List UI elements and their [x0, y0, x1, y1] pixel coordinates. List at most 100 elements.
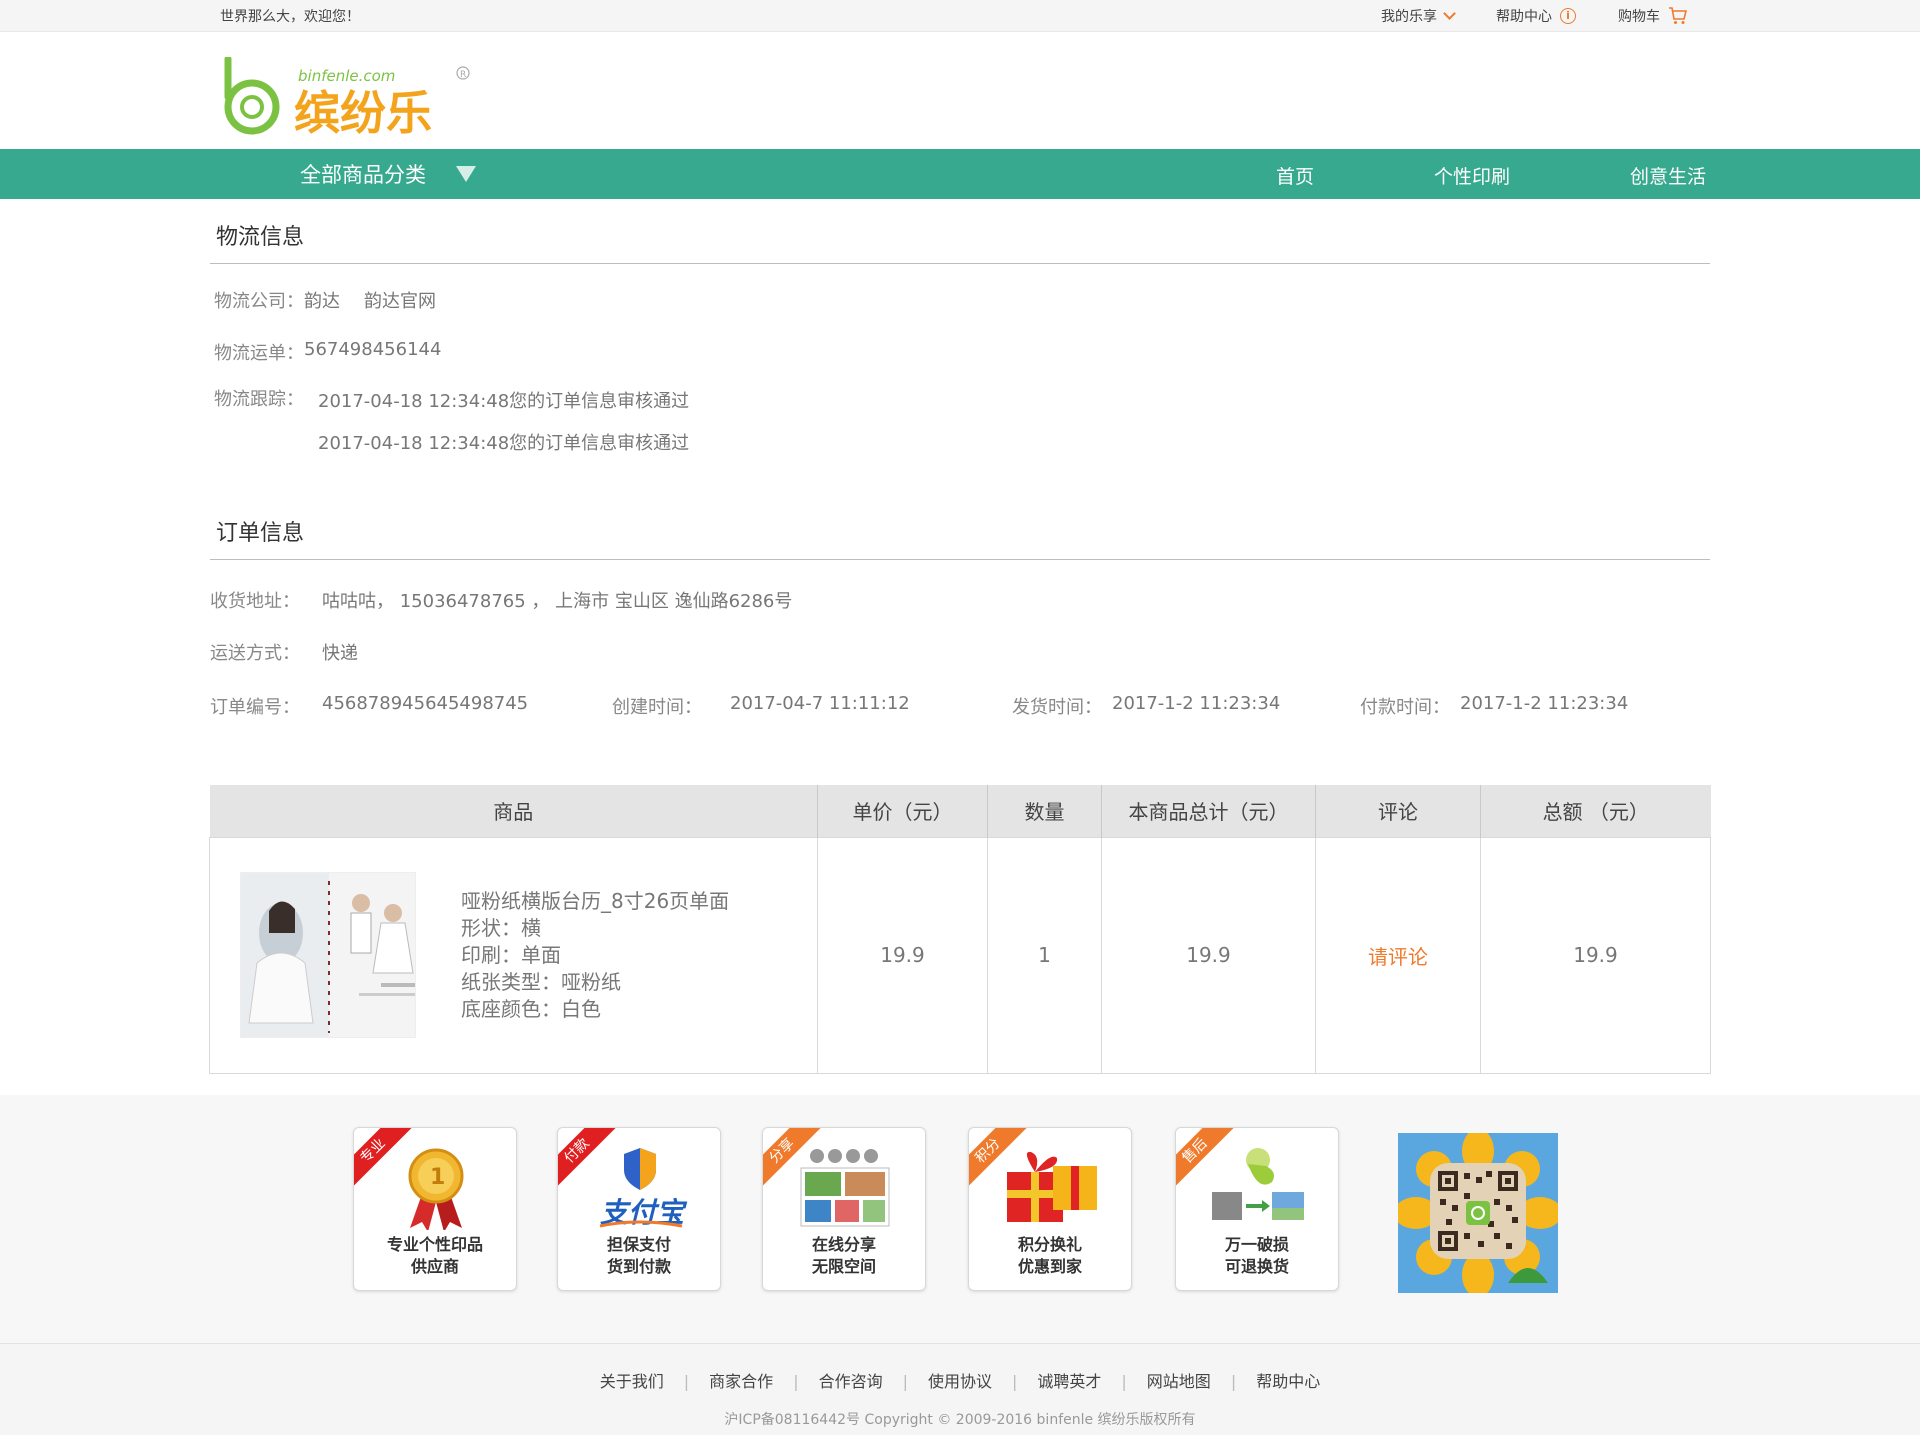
info-icon: i [1560, 8, 1576, 24]
created-label: 创建时间： [612, 697, 702, 718]
tracking-label: 物流跟踪： [214, 389, 304, 410]
shipping-value: 快递 [322, 643, 358, 664]
help-center-link[interactable]: 帮助中心 i [1496, 6, 1576, 26]
divider [210, 559, 1710, 560]
address-label: 收货地址： [210, 591, 300, 612]
logistics-title: 物流信息 [216, 225, 305, 250]
badge-line2: 优惠到家 [1017, 1257, 1082, 1276]
product-name[interactable]: 哑粉纸横版台历_8寸26页单面 [461, 888, 729, 915]
logo-bar: binfenle.com 缤纷乐 R [0, 32, 1920, 149]
footer-link-about[interactable]: 关于我们 [580, 1372, 684, 1391]
col-header-qty: 数量 [987, 785, 1102, 837]
unit-price-cell: 19.9 [817, 836, 988, 1074]
cart-icon [1669, 7, 1688, 24]
comment-cell: 请评论 [1315, 836, 1481, 1074]
badge-line1: 积分换礼 [1017, 1235, 1082, 1254]
footer-link-careers[interactable]: 诚聘英才 [1017, 1372, 1121, 1391]
badge-professional: 专业 1 专业个性印品 供应商 [353, 1127, 517, 1291]
shipped-value: 2017-1-2 11:23:34 [1112, 693, 1281, 714]
tracking-entry: 2017-04-18 12:34:48您的订单信息审核通过 [318, 391, 690, 412]
nav-link-custom-print[interactable]: 个性印刷 [1434, 162, 1510, 189]
footer: 关于我们 | 商家合作 | 合作咨询 | 使用协议 | 诚聘英才 | 网站地图 | 帮助中心 沪ICP备… [0, 1343, 1920, 1435]
created-value: 2017-04-7 11:11:12 [730, 693, 910, 714]
product-spec-paper: 纸张类型：哑粉纸 [461, 969, 621, 994]
my-lexiang-menu[interactable]: 我的乐享 [1381, 6, 1456, 26]
order-info-section: 订单信息 收货地址： 咕咕咕， 15036478765 ， 上海市 宝山区 逸仙… [210, 477, 1710, 777]
footer-links: 关于我们 | 商家合作 | 合作咨询 | 使用协议 | 诚聘英才 | 网站地图 | 帮助中心 [0, 1368, 1920, 1392]
chevron-down-icon [1443, 7, 1456, 20]
main-nav: 全部商品分类 首页 个性印刷 创意生活 [0, 149, 1920, 199]
company-site-link[interactable]: 韵达官网 [364, 287, 436, 313]
shipped-label: 发货时间： [1012, 697, 1102, 718]
medal-icon: 1 [408, 1148, 464, 1230]
col-header-subtotal: 本商品总计（元） [1101, 785, 1316, 837]
badge-line2: 可退换货 [1224, 1257, 1289, 1276]
table-row: 哑粉纸横版台历_8寸26页单面 形状：横 印刷：单面 纸张类型：哑粉纸 底座颜色… [209, 836, 1711, 1074]
product-cell: 哑粉纸横版台历_8寸26页单面 形状：横 印刷：单面 纸张类型：哑粉纸 底座颜色… [209, 836, 818, 1074]
order-number-label: 订单编号： [210, 697, 300, 718]
address-value: 咕咕咕， 15036478765 ， 上海市 宝山区 逸仙路6286号 [322, 591, 793, 612]
cart-label: 购物车 [1618, 9, 1660, 25]
shipping-label: 运送方式： [210, 643, 300, 664]
alipay-icon: 支付宝 [599, 1148, 688, 1229]
cart-link[interactable]: 购物车 [1618, 6, 1688, 26]
nav-link-home[interactable]: 首页 [1276, 162, 1314, 189]
paid-value: 2017-1-2 11:23:34 [1460, 693, 1629, 714]
welcome-text: 世界那么大，欢迎您！ [220, 9, 360, 25]
paid-label: 付款时间： [1360, 697, 1450, 718]
badge-line1: 专业个性印品 [386, 1235, 483, 1254]
product-thumbnail[interactable] [240, 872, 416, 1038]
sunflower-qr-icon [1394, 1129, 1562, 1297]
badge-after-sales: 售后 万一破损 可退换货 [1175, 1127, 1339, 1291]
badge-line2: 供应商 [410, 1257, 459, 1276]
all-categories-label: 全部商品分类 [300, 163, 426, 187]
separator: | [1121, 1372, 1127, 1391]
qr-code-image [1394, 1129, 1562, 1297]
order-table: 商品 单价（元） 数量 本商品总计（元） 评论 总额 （元） 哑粉纸横版台历_8… [209, 785, 1711, 1074]
my-lexiang-label: 我的乐享 [1381, 9, 1437, 25]
badge-points: 积分 积分换礼 优惠到家 [968, 1127, 1132, 1291]
waybill-value: 567498456144 [304, 339, 442, 360]
separator: | [793, 1372, 799, 1391]
footer-link-consult[interactable]: 合作咨询 [799, 1372, 903, 1391]
share-photos-icon [800, 1149, 890, 1227]
company-value: 韵达 [304, 291, 340, 312]
col-header-price: 单价（元） [817, 785, 988, 837]
badge-line1: 担保支付 [606, 1235, 671, 1254]
svg-text:R: R [460, 70, 466, 80]
logo-brand: 缤纷乐 [294, 86, 432, 137]
quantity-cell: 1 [987, 836, 1102, 1074]
footer-link-sitemap[interactable]: 网站地图 [1127, 1372, 1231, 1391]
triangle-down-icon [456, 166, 476, 182]
badge-payment: 付款 支付宝 担保支付 货到付款 [557, 1127, 721, 1291]
logistics-section: 物流信息 物流公司： 韵达 韵达官网 物流运单： 567498456144 物流… [210, 199, 1710, 477]
service-badges-band: 专业 1 专业个性印品 供应商 付款 支付宝 担保支付 货到付款 分享 在线分享… [0, 1095, 1920, 1343]
badge-line1: 在线分享 [811, 1235, 876, 1254]
order-table-wrap: 商品 单价（元） 数量 本商品总计（元） 评论 总额 （元） 哑粉纸横版台历_8… [209, 785, 1711, 1074]
footer-link-terms[interactable]: 使用协议 [908, 1372, 1012, 1391]
badge-line2: 无限空间 [811, 1257, 876, 1276]
order-number-value: 456878945645498745 [322, 693, 529, 714]
badge-line1: 万一破损 [1224, 1235, 1289, 1254]
product-spec-base: 底座颜色：白色 [461, 996, 601, 1021]
calendar-photo-image [241, 873, 415, 1037]
col-header-comment: 评论 [1315, 785, 1481, 837]
write-review-link[interactable]: 请评论 [1368, 945, 1428, 969]
top-bar: 世界那么大，欢迎您！ 我的乐享 帮助中心 i 购物车 [0, 0, 1920, 32]
tracking-entry: 2017-04-18 12:34:48您的订单信息审核通过 [318, 433, 690, 454]
divider [210, 263, 1710, 264]
footer-link-help[interactable]: 帮助中心 [1236, 1372, 1340, 1391]
exchange-icon [1212, 1148, 1304, 1220]
company-label: 物流公司： [214, 291, 304, 312]
svg-text:1: 1 [430, 1165, 445, 1190]
nav-link-creative-life[interactable]: 创意生活 [1630, 162, 1710, 189]
subtotal-cell: 19.9 [1101, 836, 1316, 1074]
site-logo[interactable]: binfenle.com 缤纷乐 R [220, 55, 470, 140]
product-spec-shape: 形状：横 [461, 915, 541, 940]
copyright-text: 沪ICP备08116442号 Copyright © 2009-2016 bin… [724, 1412, 1196, 1428]
help-center-label: 帮助中心 [1496, 9, 1552, 25]
total-cell: 19.9 [1480, 836, 1711, 1074]
badge-line2: 货到付款 [606, 1257, 671, 1276]
all-categories-menu[interactable]: 全部商品分类 [300, 149, 476, 199]
footer-link-merchant[interactable]: 商家合作 [689, 1372, 793, 1391]
